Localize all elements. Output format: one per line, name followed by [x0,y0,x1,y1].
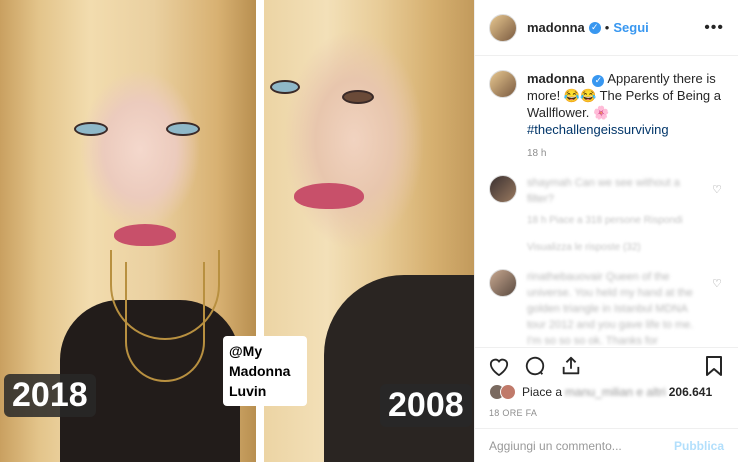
comment-icon[interactable] [523,354,547,378]
eye-right [166,122,200,136]
post-timestamp: 18 ORE FA [489,408,538,418]
list-item: shaymah Can we see without a filter? ♡ [489,175,724,207]
liker-avatar [500,384,516,400]
likes-names[interactable]: manu_milian e altri [565,385,666,399]
year-badge-left: 2018 [4,374,96,417]
heart-icon[interactable]: ♡ [712,183,722,196]
verified-badge-icon: ✓ [592,74,605,87]
eye-left [270,80,300,94]
likes-count[interactable]: 206.641 [669,385,712,399]
comments-list[interactable]: madonna ✓ Apparently there is more! 😂😂 T… [475,56,738,346]
avatar[interactable] [489,269,517,297]
necklace-long [125,262,205,382]
post-header: madonna ✓ • Segui ••• [475,0,738,56]
caption: madonna ✓ Apparently there is more! 😂😂 T… [489,70,724,138]
comment-meta: 18 h Piace a 318 persone Rispondi [527,215,683,226]
follow-button[interactable]: Segui [613,20,648,35]
bookmark-icon[interactable] [702,354,726,378]
avatar[interactable] [489,13,517,42]
lips [294,183,364,209]
likes-prefix: Piace a [522,385,563,399]
header-username[interactable]: madonna [527,20,585,35]
eye-left [74,122,108,136]
comment-composer: Pubblica [475,428,738,462]
view-replies-link[interactable]: Visualizza le risposte (32) [527,242,724,253]
list-item: rinathebauovair Queen of the universe. Y… [489,269,724,346]
caption-text-block: madonna ✓ Apparently there is more! 😂😂 T… [527,70,724,138]
share-icon[interactable] [559,354,583,378]
separator-dot: • [604,20,610,35]
post-media[interactable]: 2018 2008 @My Madonna Luvin [0,0,474,462]
caption-time: 18 h [527,148,547,159]
comment-text: shaymah Can we see without a filter? [527,177,680,205]
caption-username[interactable]: madonna [527,71,585,86]
caption-hashtag[interactable]: #thechallengeissurviving [527,122,669,137]
post-side-panel: madonna ✓ • Segui ••• madonna ✓ Apparent… [474,0,738,462]
publish-button[interactable]: Pubblica [674,439,724,453]
avatar[interactable] [489,175,517,203]
black-top [324,275,474,462]
avatar[interactable] [489,70,517,98]
action-bar [475,347,738,383]
comment-input[interactable] [489,438,674,453]
year-badge-right: 2008 [380,384,472,427]
likes-row[interactable]: Piace a manu_milian e altri 206.641 [489,384,728,400]
more-horizontal-icon[interactable]: ••• [704,19,724,37]
comment-text: rinathebauovair Queen of the universe. Y… [527,271,694,346]
like-heart-icon[interactable] [487,354,511,378]
verified-badge-icon: ✓ [588,21,601,34]
heart-icon[interactable]: ♡ [712,277,722,290]
eye-right [342,90,374,104]
handle-tag: @My Madonna Luvin [223,336,307,406]
lips [114,224,176,246]
